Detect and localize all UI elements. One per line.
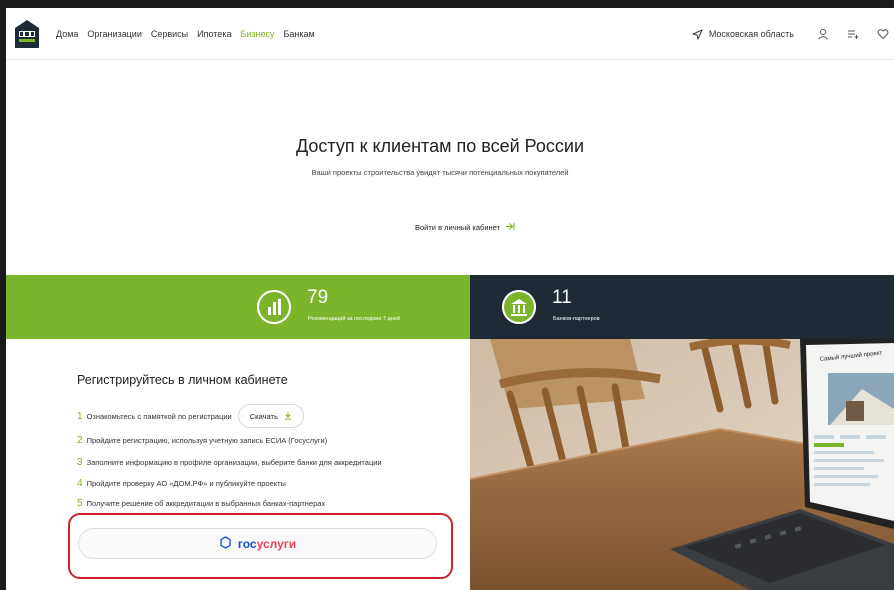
download-button[interactable]: Скачать (237, 404, 304, 428)
chart-bars-icon (257, 290, 291, 324)
gosuslugi-login-button[interactable]: гос услуги (78, 528, 437, 559)
download-icon (284, 411, 292, 422)
step-text: Заполните информацию в профиле организац… (86, 458, 382, 467)
step-2: 2 Пройдите регистрацию, используя учетну… (77, 435, 327, 446)
compare-icon[interactable] (846, 27, 860, 41)
nav-item-banks[interactable]: Банкам (284, 29, 315, 39)
hero-photo-laptop: Самый лучший проект (470, 339, 894, 590)
stat-recommendations-label: Рекомендаций за последние 7 дней (308, 316, 400, 322)
nav-item-homes[interactable]: Дома (56, 29, 78, 39)
stat-banks-label: Банков-партнеров (553, 316, 600, 322)
hero-title: Доступ к клиентам по всей России (295, 136, 584, 156)
main-nav: Дома Организации Сервисы Ипотека Бизнесу… (56, 29, 324, 39)
user-icon[interactable] (816, 27, 830, 41)
site-header: Дома Организации Сервисы Ипотека Бизнесу… (6, 8, 894, 60)
step-number: 3 (77, 457, 83, 468)
header-actions: Московская область (692, 8, 894, 60)
nav-item-mortgage[interactable]: Ипотека (197, 29, 231, 39)
gosuslugi-label-uslugi: услуги (256, 536, 297, 551)
gosuslugi-logo-icon (219, 535, 232, 552)
stat-recommendations: 79 Рекомендаций за последние 7 дней (6, 275, 470, 339)
nav-item-organizations[interactable]: Организации (87, 29, 141, 39)
nav-item-business[interactable]: Бизнесу (240, 29, 274, 39)
stat-recommendations-value: 79 (307, 287, 329, 308)
step-text: Ознакомьтесь с памяткой по регистрации (86, 411, 232, 421)
step-number: 5 (77, 498, 83, 509)
stat-banks-value: 11 (552, 287, 572, 308)
location-selector[interactable]: Московская область (692, 28, 794, 40)
step-number: 1 (77, 410, 83, 422)
download-label: Скачать (249, 411, 278, 421)
gosuslugi-label-gos: гос (237, 536, 257, 551)
laptop-on-table-illustration: Самый лучший проект (470, 339, 894, 590)
bank-icon (502, 290, 536, 324)
location-label: Московская область (708, 29, 794, 39)
hero-subtitle: Ваши проекты строительства увидят тысячи… (311, 168, 569, 177)
login-arrow-icon (505, 222, 515, 233)
step-3: 3 Заполните информацию в профиле организ… (77, 457, 382, 468)
step-4: 4 Пройдите проверку АО «ДОМ.РФ» и публик… (77, 478, 286, 489)
logo-house-icon (15, 19, 39, 48)
step-text: Пройдите регистрацию, используя учетную … (86, 436, 328, 445)
login-link[interactable]: Войти в личный кабинет (415, 222, 515, 233)
heart-icon[interactable] (876, 27, 890, 41)
step-1: 1 Ознакомьтесь с памяткой по регистрации… (77, 404, 304, 428)
registration-title: Регистрируйтесь в личном кабинете (77, 373, 288, 387)
step-text: Пройдите проверку АО «ДОМ.РФ» и публикуй… (86, 479, 286, 488)
location-arrow-icon (692, 28, 703, 40)
step-number: 4 (77, 478, 83, 489)
stat-banks: 11 Банков-партнеров (470, 275, 894, 339)
step-5: 5 Получите решение об аккредитации в выб… (77, 498, 325, 509)
step-number: 2 (77, 435, 83, 446)
nav-item-services[interactable]: Сервисы (151, 29, 188, 39)
login-link-label: Войти в личный кабинет (415, 223, 501, 232)
step-text: Получите решение об аккредитации в выбра… (86, 499, 326, 508)
logo[interactable] (14, 19, 40, 49)
